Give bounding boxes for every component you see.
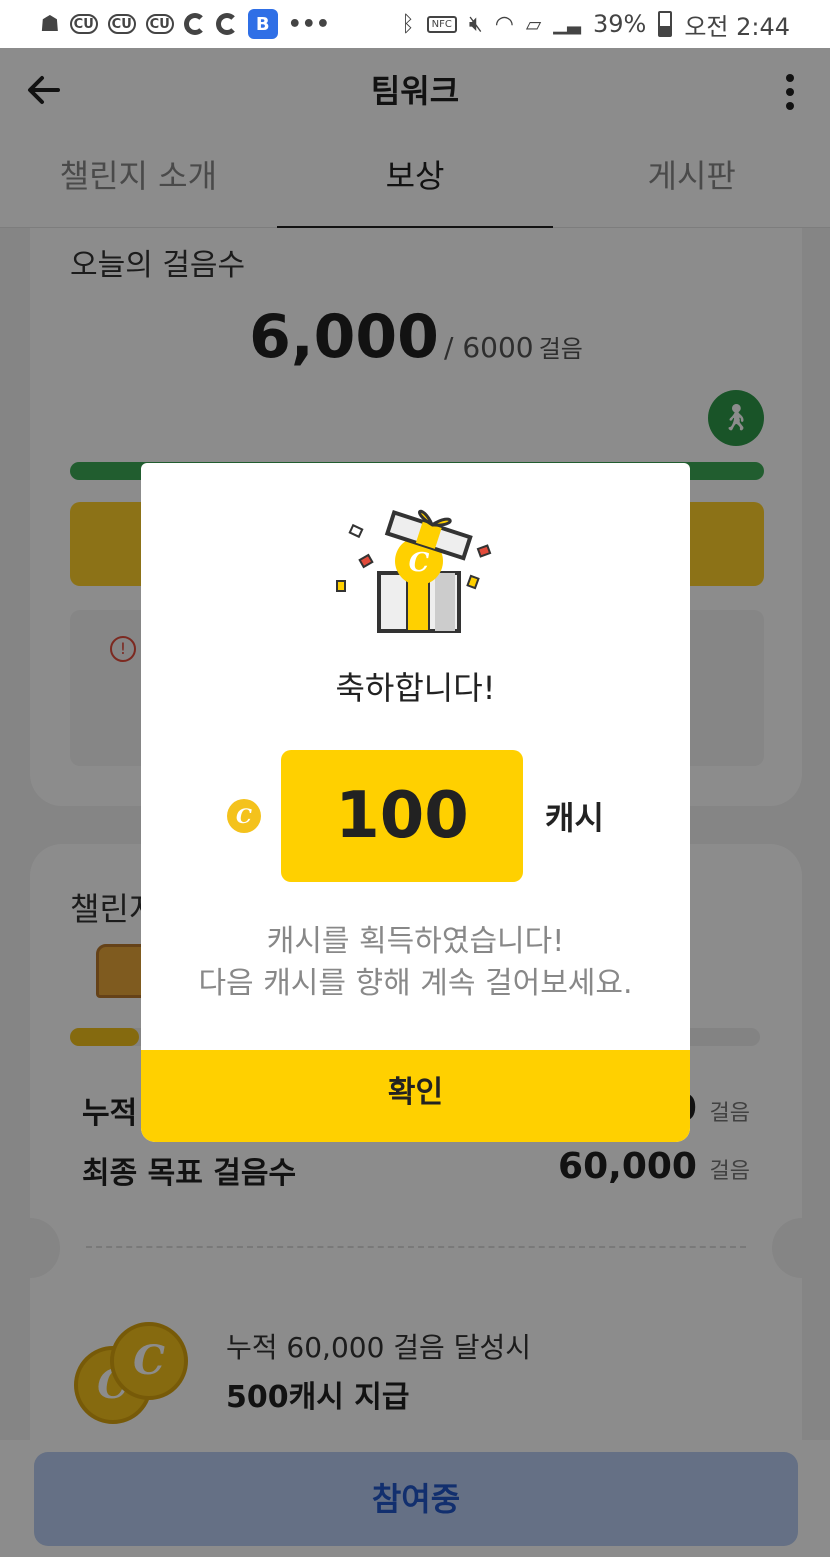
dialog-message-line2: 다음 캐시를 향해 계속 걸어보세요.: [198, 966, 633, 1001]
clock: 오전 2:44: [684, 12, 790, 41]
notification-icons: ☗ CU CU CU B •••: [40, 9, 330, 39]
no-sim-icon: ▱: [525, 12, 542, 36]
cu-icon: CU: [107, 14, 136, 34]
svg-text:C: C: [409, 548, 430, 578]
b-app-icon: B: [247, 9, 278, 39]
cu-icon: CU: [145, 14, 174, 34]
gift-box-icon: C: [336, 509, 492, 633]
battery-text: 39%: [592, 10, 647, 38]
status-bar: ☗ CU CU CU B ••• ᛒ NFC 🔇︎ ◠ ▱ ▁▃ 39% 오전 …: [0, 0, 830, 48]
c-app-icon: [215, 13, 238, 35]
cash-amount: 100: [281, 750, 523, 882]
bluetooth-icon: ᛒ: [401, 11, 415, 37]
reward-dialog: C 축하합니다! C 100 캐시 캐시를 획득하였습니다! 다음 캐시를 향해…: [141, 463, 690, 1142]
battery-icon: [658, 11, 673, 37]
nfc-icon: NFC: [426, 15, 457, 33]
cash-unit: 캐시: [545, 799, 604, 837]
cu-icon: CU: [69, 14, 98, 34]
carrier-icon: ☗: [40, 11, 60, 37]
mute-icon: 🔇︎: [468, 11, 483, 37]
dialog-message-line1: 캐시를 획득하였습니다!: [266, 924, 565, 959]
c-app-icon: [183, 13, 206, 35]
congrats-title: 축하합니다!: [335, 669, 496, 707]
more-dots-icon: •••: [287, 11, 330, 37]
signal-icon: ▁▃: [553, 13, 581, 35]
wifi-icon: ◠: [494, 11, 514, 37]
cash-coin-icon: C: [227, 799, 261, 833]
confirm-button[interactable]: 확인: [141, 1050, 690, 1142]
system-icons: ᛒ NFC 🔇︎ ◠ ▱ ▁▃ 39% 오전 2:44: [401, 7, 790, 42]
dialog-message: 캐시를 획득하였습니다! 다음 캐시를 향해 계속 걸어보세요.: [141, 921, 690, 1005]
